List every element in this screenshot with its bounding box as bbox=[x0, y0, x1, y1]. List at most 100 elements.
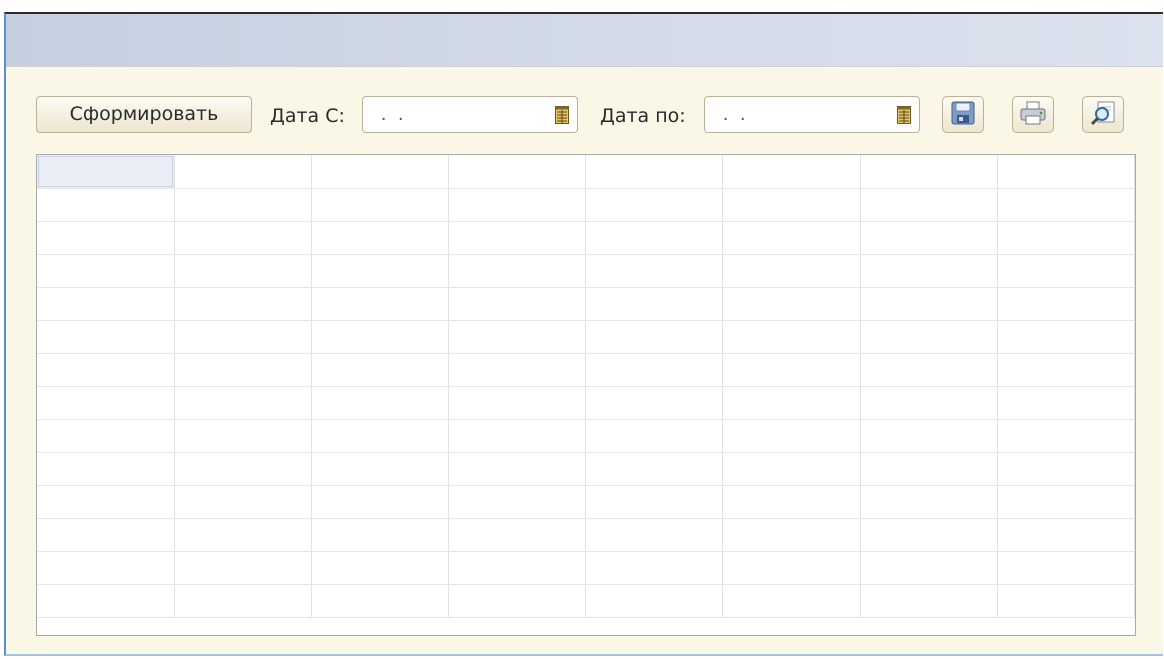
grid-cell[interactable] bbox=[722, 584, 861, 618]
grid-cell[interactable] bbox=[448, 221, 587, 255]
grid-cell[interactable] bbox=[311, 551, 450, 585]
grid-cell[interactable] bbox=[585, 320, 724, 354]
grid-cell[interactable] bbox=[585, 221, 724, 255]
report-table[interactable] bbox=[37, 155, 1135, 618]
grid-cell[interactable] bbox=[860, 386, 998, 420]
grid-cell[interactable] bbox=[585, 452, 724, 486]
grid-cell[interactable] bbox=[174, 254, 312, 288]
grid-cell[interactable] bbox=[585, 419, 724, 453]
grid-cell[interactable] bbox=[997, 188, 1135, 222]
grid-cell[interactable] bbox=[722, 320, 861, 354]
print-button[interactable] bbox=[1012, 96, 1054, 133]
grid-cell[interactable] bbox=[860, 485, 998, 519]
grid-cell[interactable] bbox=[174, 551, 312, 585]
grid-cell[interactable] bbox=[722, 221, 861, 255]
grid-cell[interactable] bbox=[448, 320, 587, 354]
grid-cell[interactable] bbox=[860, 287, 998, 321]
grid-cell[interactable] bbox=[448, 485, 587, 519]
grid-cell[interactable] bbox=[37, 221, 175, 255]
grid-cell[interactable] bbox=[311, 353, 450, 387]
date-to-field[interactable] bbox=[704, 96, 920, 133]
grid-cell[interactable] bbox=[722, 386, 861, 420]
grid-cell[interactable] bbox=[585, 287, 724, 321]
grid-cell[interactable] bbox=[997, 419, 1135, 453]
grid-cell[interactable] bbox=[174, 287, 312, 321]
grid-cell[interactable] bbox=[860, 254, 998, 288]
date-to-input[interactable] bbox=[711, 101, 877, 128]
grid-cell[interactable] bbox=[448, 155, 587, 189]
grid-cell[interactable] bbox=[997, 584, 1135, 618]
grid-cell[interactable] bbox=[585, 551, 724, 585]
grid-cell[interactable] bbox=[37, 287, 175, 321]
grid-cell[interactable] bbox=[860, 551, 998, 585]
grid-cell[interactable] bbox=[448, 353, 587, 387]
spreadsheet-grid[interactable] bbox=[36, 154, 1136, 636]
grid-cell[interactable] bbox=[997, 551, 1135, 585]
grid-cell[interactable] bbox=[448, 518, 587, 552]
grid-cell[interactable] bbox=[37, 353, 175, 387]
grid-cell[interactable] bbox=[37, 188, 175, 222]
grid-cell[interactable] bbox=[448, 188, 587, 222]
grid-cell[interactable] bbox=[860, 452, 998, 486]
grid-cell[interactable] bbox=[585, 155, 724, 189]
grid-cell[interactable] bbox=[722, 452, 861, 486]
grid-cell[interactable] bbox=[997, 320, 1135, 354]
grid-cell[interactable] bbox=[311, 419, 450, 453]
grid-cell[interactable] bbox=[174, 584, 312, 618]
grid-cell[interactable] bbox=[174, 155, 312, 189]
grid-cell[interactable] bbox=[448, 287, 587, 321]
grid-cell[interactable] bbox=[37, 254, 175, 288]
grid-cell[interactable] bbox=[997, 452, 1135, 486]
grid-cell[interactable] bbox=[448, 584, 587, 618]
grid-cell[interactable] bbox=[860, 221, 998, 255]
grid-cell[interactable] bbox=[997, 485, 1135, 519]
grid-cell[interactable] bbox=[722, 518, 861, 552]
grid-cell[interactable] bbox=[722, 485, 861, 519]
grid-cell[interactable] bbox=[860, 188, 998, 222]
grid-cell-selected[interactable] bbox=[37, 155, 175, 189]
grid-cell[interactable] bbox=[311, 287, 450, 321]
grid-cell[interactable] bbox=[585, 254, 724, 288]
grid-cell[interactable] bbox=[860, 584, 998, 618]
grid-cell[interactable] bbox=[37, 551, 175, 585]
generate-button[interactable]: Сформировать bbox=[36, 96, 252, 133]
grid-cell[interactable] bbox=[585, 386, 724, 420]
grid-cell[interactable] bbox=[722, 287, 861, 321]
grid-cell[interactable] bbox=[860, 518, 998, 552]
grid-cell[interactable] bbox=[722, 254, 861, 288]
grid-cell[interactable] bbox=[997, 518, 1135, 552]
grid-cell[interactable] bbox=[860, 419, 998, 453]
grid-cell[interactable] bbox=[311, 452, 450, 486]
grid-cell[interactable] bbox=[448, 419, 587, 453]
grid-cell[interactable] bbox=[860, 155, 998, 189]
grid-cell[interactable] bbox=[997, 386, 1135, 420]
grid-cell[interactable] bbox=[37, 584, 175, 618]
grid-cell[interactable] bbox=[997, 287, 1135, 321]
grid-cell[interactable] bbox=[311, 188, 450, 222]
grid-cell[interactable] bbox=[311, 221, 450, 255]
grid-cell[interactable] bbox=[722, 419, 861, 453]
grid-cell[interactable] bbox=[722, 551, 861, 585]
grid-cell[interactable] bbox=[37, 452, 175, 486]
grid-cell[interactable] bbox=[37, 386, 175, 420]
grid-cell[interactable] bbox=[174, 419, 312, 453]
grid-cell[interactable] bbox=[174, 188, 312, 222]
grid-cell[interactable] bbox=[585, 353, 724, 387]
grid-cell[interactable] bbox=[174, 518, 312, 552]
grid-cell[interactable] bbox=[311, 584, 450, 618]
grid-cell[interactable] bbox=[448, 254, 587, 288]
grid-cell[interactable] bbox=[448, 386, 587, 420]
grid-cell[interactable] bbox=[37, 518, 175, 552]
grid-cell[interactable] bbox=[585, 188, 724, 222]
title-bar[interactable] bbox=[6, 14, 1163, 67]
grid-cell[interactable] bbox=[997, 221, 1135, 255]
grid-cell[interactable] bbox=[585, 518, 724, 552]
print-preview-button[interactable] bbox=[1082, 96, 1124, 133]
grid-cell[interactable] bbox=[722, 188, 861, 222]
date-from-input[interactable] bbox=[369, 101, 535, 128]
grid-cell[interactable] bbox=[311, 386, 450, 420]
calendar-icon[interactable] bbox=[549, 97, 575, 132]
grid-cell[interactable] bbox=[311, 254, 450, 288]
grid-cell[interactable] bbox=[722, 353, 861, 387]
grid-cell[interactable] bbox=[311, 155, 450, 189]
